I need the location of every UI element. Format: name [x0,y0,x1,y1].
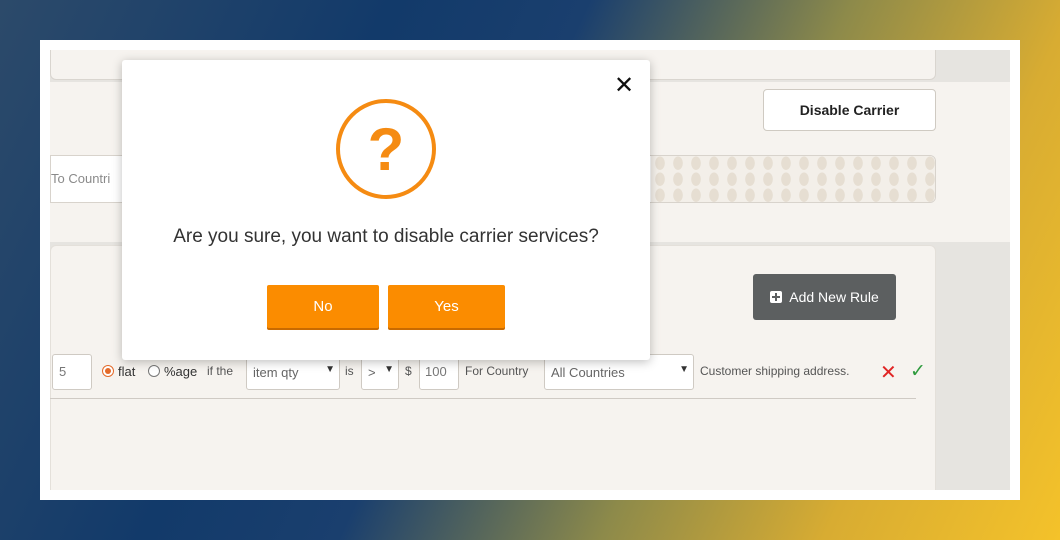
decorative-pattern [651,156,935,202]
dialog-message: Are you sure, you want to disable carrie… [173,226,599,247]
no-button[interactable]: No [267,285,379,328]
countries-field-text: To Countri [51,171,111,186]
currency-symbol: $ [405,364,412,378]
percentage-label: %age [164,364,198,379]
condition-select-value: item qty [253,365,299,380]
flat-label: flat [118,364,136,379]
confirm-dialog: ✕ ? Are you sure, you want to disable ca… [122,60,650,360]
yes-button[interactable]: Yes [388,285,505,328]
question-icon: ? [336,99,436,199]
flat-radio[interactable] [102,365,114,377]
question-mark: ? [368,116,405,183]
add-new-rule-label: Add New Rule [789,289,879,305]
rate-input[interactable]: 5 [52,354,92,390]
country-select-value: All Countries [551,365,625,380]
dropdown-arrow-icon: ▼ [679,364,689,375]
if-the-label: if the [207,364,234,378]
is-label: is [345,364,354,378]
operator-select-value: > [368,365,376,380]
dropdown-arrow-icon: ▼ [384,364,394,375]
close-icon[interactable]: ✕ [612,74,636,98]
delete-rule-icon[interactable]: ✕ [880,360,897,385]
address-text: Customer shipping address. [700,364,850,378]
add-new-rule-button[interactable]: Add New Rule [753,274,896,320]
rule-divider [50,398,916,399]
for-country-label: For Country [465,364,529,378]
dropdown-arrow-icon: ▼ [325,364,335,375]
plus-square-icon [770,291,783,303]
confirm-rule-icon[interactable]: ✓ [910,360,926,383]
disable-carrier-button[interactable]: Disable Carrier [763,89,936,131]
percentage-radio[interactable] [148,365,160,377]
